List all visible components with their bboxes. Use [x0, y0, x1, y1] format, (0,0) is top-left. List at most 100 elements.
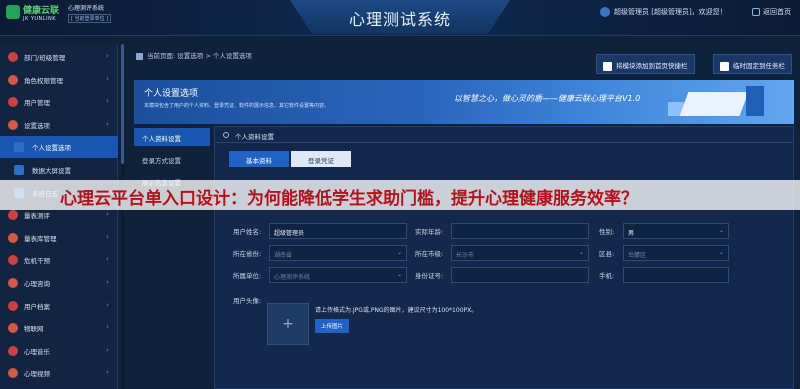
app-root: 健康云联 JK YUNLINK 心理测评系统 [ 当前登录单位 ] 心理测试系统… [0, 0, 800, 389]
sidebar-item-label: 物联网 [24, 325, 44, 334]
org-label: 所属单位: [233, 272, 262, 280]
district-select[interactable]: 岳麓区 ⌄ [623, 245, 729, 261]
avatar-upload-box[interactable]: + [267, 303, 309, 345]
city-label: 所在市级: [415, 250, 444, 258]
user-greeting[interactable]: 超级管理员 [超级管理员]，欢迎您！ [600, 7, 727, 21]
avatar-label: 用户头像: [233, 297, 262, 305]
brand-english: JK YUNLINK [23, 16, 57, 22]
sidebar-item[interactable]: 量表库管理 › [0, 227, 118, 249]
phone-field[interactable] [623, 267, 729, 283]
sidebar-item-label: 数据大屏设置 [32, 167, 71, 175]
form-row-identity: 用户姓名: 超级管理员 实际年龄: 性别: 男 ⌄ [229, 223, 789, 239]
iot-icon [8, 323, 18, 334]
sidebar-item-label: 量表测评 [24, 212, 50, 221]
system-title: 心理测试系统 [348, 10, 451, 29]
chevron-right-icon: › [106, 74, 109, 83]
idcard-label: 身份证号: [415, 272, 444, 280]
province-select[interactable]: 湖南省 ⌄ [269, 245, 407, 261]
form-row-contact: 所属单位: 心理测评系统 ⌄ 身份证号: 手机: [229, 267, 789, 283]
gender-label: 性别: [599, 228, 615, 236]
district-placeholder: 岳麓区 [628, 252, 647, 259]
tab-profile-settings[interactable]: 个人资料设置 [134, 128, 210, 146]
chevron-right-icon: › [106, 232, 109, 241]
title-plate: 心理测试系统 [290, 0, 510, 34]
chevron-right-icon: › [106, 97, 109, 106]
brand-name: 健康云联 [23, 6, 60, 16]
gear-icon [223, 132, 229, 138]
chevron-right-icon: › [106, 345, 109, 354]
username-field[interactable]: 超级管理员 [269, 223, 407, 239]
chevron-right-icon: › [106, 255, 109, 264]
user-greeting-text: 超级管理员 [超级管理员]，欢迎您！ [614, 8, 727, 16]
tab-login-credentials[interactable]: 登录凭证 [291, 151, 351, 167]
dashboard-icon [14, 165, 24, 175]
idcard-field[interactable] [451, 267, 589, 283]
sidebar-item-label: 心理视频 [24, 370, 50, 379]
tab-login-settings[interactable]: 登录方式设置 [134, 150, 210, 168]
upload-image-button[interactable]: 上传图片 [315, 319, 349, 333]
gender-value: 男 [628, 230, 635, 237]
logo-mark-icon [6, 5, 20, 19]
tab-basic-info[interactable]: 基本资料 [229, 151, 289, 167]
sidebar-scroll-thumb[interactable] [121, 44, 124, 164]
home-icon [136, 52, 143, 60]
pin-taskbar-label: 临时固定到任务栏 [733, 62, 785, 70]
city-select[interactable]: 长沙市 ⌄ [451, 245, 589, 261]
counseling-icon [8, 278, 18, 288]
home-icon [752, 8, 760, 16]
district-label: 区县: [599, 250, 615, 258]
sidebar-item[interactable]: 心理咨询 › [0, 272, 118, 294]
settings-icon [8, 119, 18, 130]
sidebar-item[interactable]: 数据大屏设置 [0, 159, 118, 181]
chevron-down-icon: ⌄ [578, 249, 584, 256]
chevron-down-icon: ⌄ [396, 249, 402, 256]
sidebar-item-label: 量表库管理 [24, 234, 57, 243]
brand-unit: [ 当前登录单位 ] [68, 14, 112, 23]
chevron-right-icon: › [106, 52, 109, 60]
upload-hint: 请上传格式为.JPG或.PNG的图片，建议尺寸为100*100PX。 [315, 307, 478, 314]
sidebar-item[interactable]: 部门/班级管理 › [0, 46, 118, 68]
form-row-location: 所在省份: 湖南省 ⌄ 所在市级: 长沙市 ⌄ 区县: 岳麓区 ⌄ [229, 245, 789, 261]
profile-panel: 个人资料设置 基本资料 登录凭证 用户姓名: 超级管理员 实际年龄: 性别: 男… [214, 126, 794, 389]
sidebar-item[interactable]: 心理音乐 › [0, 340, 118, 362]
archive-icon [8, 300, 18, 311]
chevron-right-icon: › [106, 300, 109, 309]
sidebar-item-label: 部门/班级管理 [24, 54, 66, 62]
sidebar-item[interactable]: 个人设置选项 [0, 136, 118, 159]
sidebar-item-label: 用户管理 [24, 99, 50, 108]
illustration-tower [746, 86, 764, 116]
user-icon [8, 97, 18, 108]
pin-taskbar-button[interactable]: 临时固定到任务栏 [713, 54, 792, 74]
sidebar-item[interactable]: 用户管理 › [0, 91, 118, 113]
gender-select[interactable]: 男 ⌄ [623, 223, 729, 239]
module-banner: 个人设置选项 本模块包含了用户的个人资料、登录凭证、软件的展示信息、其它软件设置… [134, 80, 794, 124]
sidebar-item[interactable]: 角色权限管理 › [0, 69, 118, 91]
phone-label: 手机: [599, 272, 615, 280]
back-home-button[interactable]: 返回首页 [752, 7, 791, 17]
sidebar-item[interactable]: 设置选项 › [0, 114, 118, 136]
crisis-icon [8, 255, 18, 266]
assessment-icon [8, 210, 18, 221]
sidebar-item[interactable]: 心理视频 › [0, 362, 118, 384]
panel-title: 个人资料设置 [235, 133, 274, 141]
age-field[interactable] [451, 223, 589, 239]
role-icon [8, 74, 18, 85]
sidebar-item[interactable]: 用户档案 › [0, 295, 118, 317]
department-icon [8, 52, 18, 62]
caption-overlay: 心理云平台单入口设计：为何能降低学生求助门槛，提升心理健康服务效率？ [0, 180, 800, 210]
banner-slogan: 以智慧之心，做心灵的盾——健康云联心理平台V1.0 [454, 94, 641, 103]
add-shortcut-button[interactable]: 将模块添加到首页快捷栏 [596, 54, 695, 74]
username-label: 用户姓名: [233, 228, 262, 236]
illustration-platform [679, 92, 749, 116]
panel-header: 个人资料设置 [215, 127, 793, 143]
user-avatar-icon [600, 7, 610, 17]
sidebar: 部门/班级管理›角色权限管理›用户管理›设置选项›个人设置选项数据大屏设置系统日… [0, 44, 118, 389]
sidebar-item[interactable]: 危机干预 › [0, 249, 118, 271]
sidebar-item[interactable]: 物联网 › [0, 317, 118, 339]
main-content: 当前页面: 设置选项 > 个人设置选项 将模块添加到首页快捷栏 临时固定到任务栏… [128, 44, 800, 389]
sidebar-item-label: 心理音乐 [24, 347, 50, 356]
add-shortcut-label: 将模块添加到首页快捷栏 [616, 62, 688, 70]
org-select[interactable]: 心理测评系统 ⌄ [269, 267, 407, 283]
video-icon [8, 368, 18, 379]
chevron-right-icon: › [106, 368, 109, 377]
